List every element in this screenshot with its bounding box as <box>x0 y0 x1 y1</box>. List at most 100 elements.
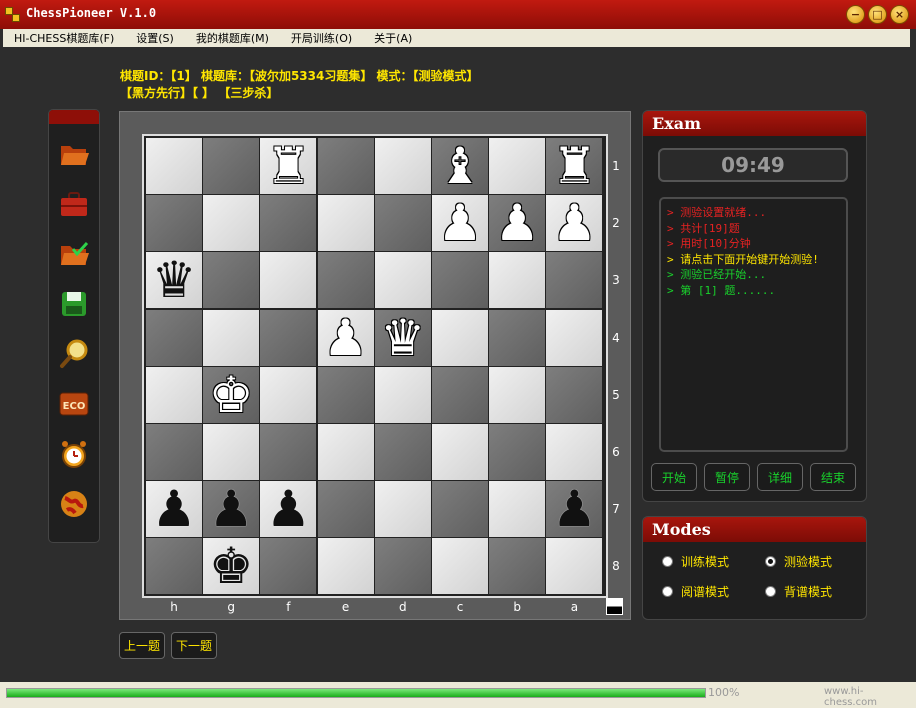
board-square[interactable] <box>489 138 546 194</box>
board-square[interactable] <box>260 252 317 309</box>
board-square[interactable] <box>432 252 488 309</box>
next-puzzle-button[interactable]: 下一题 <box>171 632 217 659</box>
menu-item-settings[interactable]: 设置(S) <box>125 30 185 46</box>
board-square[interactable] <box>374 481 431 538</box>
board-square[interactable]: ♚ <box>203 538 260 595</box>
details-button[interactable]: 详细 <box>757 463 803 491</box>
board-square[interactable]: ♛ <box>374 309 431 366</box>
board-square[interactable] <box>546 538 603 595</box>
board-square[interactable] <box>546 252 603 309</box>
alarm-clock-icon[interactable] <box>58 438 90 470</box>
mode-reading-radio[interactable]: 阅谱模式 <box>662 583 729 600</box>
menu-item-opening-training[interactable]: 开局训练(O) <box>280 30 363 46</box>
start-button[interactable]: 开始 <box>651 463 697 491</box>
folder-open-icon[interactable] <box>58 138 90 170</box>
board-square[interactable] <box>374 366 431 423</box>
board-square[interactable] <box>146 366 202 423</box>
board-square[interactable] <box>489 309 546 366</box>
board-square[interactable] <box>260 538 317 595</box>
board-square[interactable] <box>489 424 546 480</box>
board-square[interactable] <box>432 366 488 423</box>
previous-puzzle-button[interactable]: 上一题 <box>119 632 165 659</box>
board-square[interactable] <box>260 309 317 366</box>
board-square[interactable] <box>260 195 317 252</box>
board-square[interactable]: ♟ <box>260 481 317 538</box>
board-square[interactable] <box>374 424 431 480</box>
radio-button[interactable] <box>662 586 673 597</box>
board-square[interactable] <box>146 195 202 252</box>
board-square[interactable]: ♚ <box>203 366 260 423</box>
mode-training-radio[interactable]: 训练模式 <box>662 553 729 570</box>
board-square[interactable] <box>260 424 317 480</box>
board-square[interactable] <box>317 138 374 194</box>
white-pawn-piece[interactable]: ♟ <box>495 198 540 248</box>
board-square[interactable] <box>317 252 374 309</box>
board-square[interactable]: ♜ <box>260 138 317 194</box>
menu-item-about[interactable]: 关于(A) <box>363 30 423 46</box>
board-square[interactable]: ♟ <box>546 195 603 252</box>
board-square[interactable]: ♟ <box>203 481 260 538</box>
board-square[interactable] <box>432 309 488 366</box>
board-square[interactable] <box>374 195 431 252</box>
minimize-button[interactable]: − <box>846 5 865 24</box>
white-bishop-piece[interactable]: ♝ <box>438 141 483 191</box>
black-pawn-piece[interactable]: ♟ <box>209 484 254 534</box>
board-square[interactable]: ♟ <box>317 309 374 366</box>
board-square[interactable] <box>489 366 546 423</box>
end-button[interactable]: 结束 <box>810 463 856 491</box>
board-square[interactable]: ♟ <box>489 195 546 252</box>
board-square[interactable]: ♝ <box>432 138 488 194</box>
board-square[interactable] <box>146 538 202 595</box>
folder-check-icon[interactable] <box>58 238 90 270</box>
board-square[interactable] <box>317 366 374 423</box>
board-square[interactable] <box>374 138 431 194</box>
board-square[interactable] <box>374 538 431 595</box>
radio-button[interactable] <box>765 586 776 597</box>
black-king-piece[interactable]: ♚ <box>209 541 254 591</box>
board-square[interactable]: ♛ <box>146 252 202 309</box>
board-square[interactable] <box>489 538 546 595</box>
board-square[interactable] <box>546 366 603 423</box>
board-square[interactable] <box>260 366 317 423</box>
globe-icon[interactable] <box>58 488 90 520</box>
white-queen-piece[interactable]: ♛ <box>380 313 425 363</box>
board-square[interactable] <box>203 252 260 309</box>
white-rook-piece[interactable]: ♜ <box>552 141 597 191</box>
maximize-button[interactable]: □ <box>868 5 887 24</box>
save-icon[interactable] <box>58 288 90 320</box>
board-square[interactable] <box>546 424 603 480</box>
white-pawn-piece[interactable]: ♟ <box>438 198 483 248</box>
white-pawn-piece[interactable]: ♟ <box>552 198 597 248</box>
briefcase-icon[interactable] <box>58 188 90 220</box>
white-rook-piece[interactable]: ♜ <box>266 141 311 191</box>
black-pawn-piece[interactable]: ♟ <box>266 484 311 534</box>
board-square[interactable] <box>203 424 260 480</box>
black-pawn-piece[interactable]: ♟ <box>152 484 197 534</box>
board-square[interactable]: ♜ <box>546 138 603 194</box>
search-icon[interactable] <box>58 338 90 370</box>
pause-button[interactable]: 暂停 <box>704 463 750 491</box>
board-square[interactable]: ♟ <box>546 481 603 538</box>
board-square[interactable] <box>432 481 488 538</box>
board-square[interactable] <box>432 538 488 595</box>
board-square[interactable] <box>146 309 202 366</box>
board-square[interactable] <box>489 252 546 309</box>
black-queen-piece[interactable]: ♛ <box>152 255 197 305</box>
board-square[interactable] <box>432 424 488 480</box>
menu-item-puzzle-library[interactable]: HI-CHESS棋题库(F) <box>3 30 125 46</box>
board-square[interactable] <box>203 195 260 252</box>
board-square[interactable] <box>203 309 260 366</box>
board-square[interactable]: ♟ <box>432 195 488 252</box>
mode-memorize-radio[interactable]: 背谱模式 <box>765 583 832 600</box>
board-square[interactable] <box>489 481 546 538</box>
board-square[interactable] <box>317 481 374 538</box>
board-square[interactable] <box>203 138 260 194</box>
eco-icon[interactable]: ECO <box>58 388 90 420</box>
close-button[interactable]: × <box>890 5 909 24</box>
black-pawn-piece[interactable]: ♟ <box>552 484 597 534</box>
white-pawn-piece[interactable]: ♟ <box>323 313 368 363</box>
board-square[interactable] <box>317 195 374 252</box>
board-square[interactable] <box>146 424 202 480</box>
board-square[interactable] <box>374 252 431 309</box>
board-square[interactable] <box>146 138 202 194</box>
